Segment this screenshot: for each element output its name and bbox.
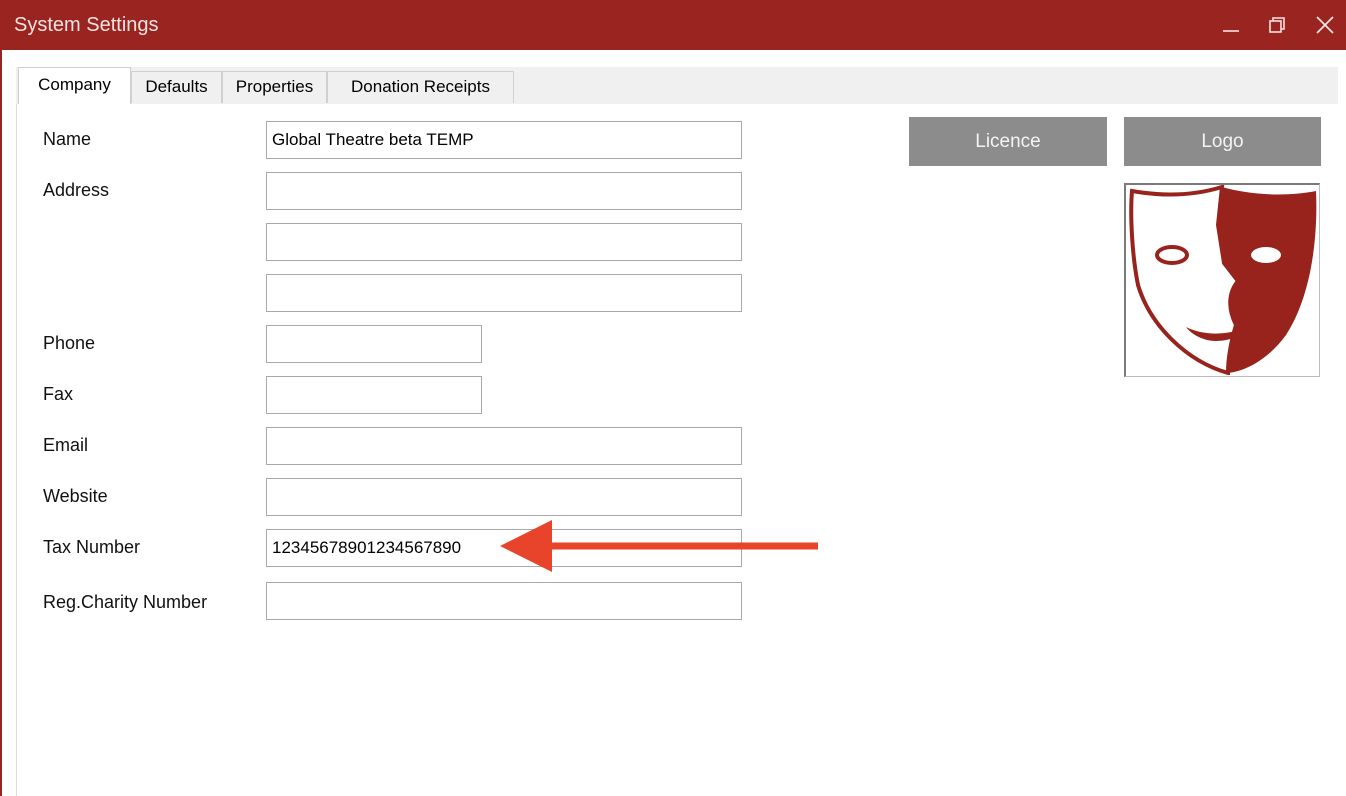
website-field[interactable] [266,478,742,516]
licence-button[interactable]: Licence [909,117,1107,166]
logo-image [1124,183,1320,377]
charity-number-field[interactable] [266,582,742,620]
name-label: Name [43,129,92,149]
phone-label: Phone [43,333,96,353]
logo-button[interactable]: Logo [1124,117,1321,166]
close-button[interactable] [1310,10,1340,40]
fax-label: Fax [43,384,74,404]
minimize-button[interactable] [1216,10,1246,40]
restore-button[interactable] [1262,10,1292,40]
window-title: System Settings [14,14,159,36]
theatre-mask-icon [1129,184,1317,376]
email-label: Email [43,435,89,455]
minimize-icon [1223,30,1239,32]
tab-strip: Company Defaults Properties Donation Rec… [16,67,1338,105]
arrow-left-icon [500,520,818,572]
charity-number-label: Reg.Charity Number [43,592,208,612]
address-line3-field[interactable] [266,274,742,312]
address-line2-field[interactable] [266,223,742,261]
tab-properties[interactable]: Properties [222,71,327,103]
tab-donation-receipts[interactable]: Donation Receipts [327,71,514,103]
restore-icon [1269,17,1285,33]
address-line1-field[interactable] [266,172,742,210]
phone-field[interactable] [266,325,482,363]
address-label: Address [43,180,110,200]
website-label: Website [43,486,108,506]
close-icon [1316,16,1334,34]
email-field[interactable] [266,427,742,465]
title-bar[interactable]: System Settings [0,0,1346,50]
tax-number-label: Tax Number [43,537,141,557]
name-field[interactable]: Global Theatre beta TEMP [266,121,742,159]
tab-company[interactable]: Company [18,67,131,105]
tab-defaults[interactable]: Defaults [131,71,222,103]
fax-field[interactable] [266,376,482,414]
